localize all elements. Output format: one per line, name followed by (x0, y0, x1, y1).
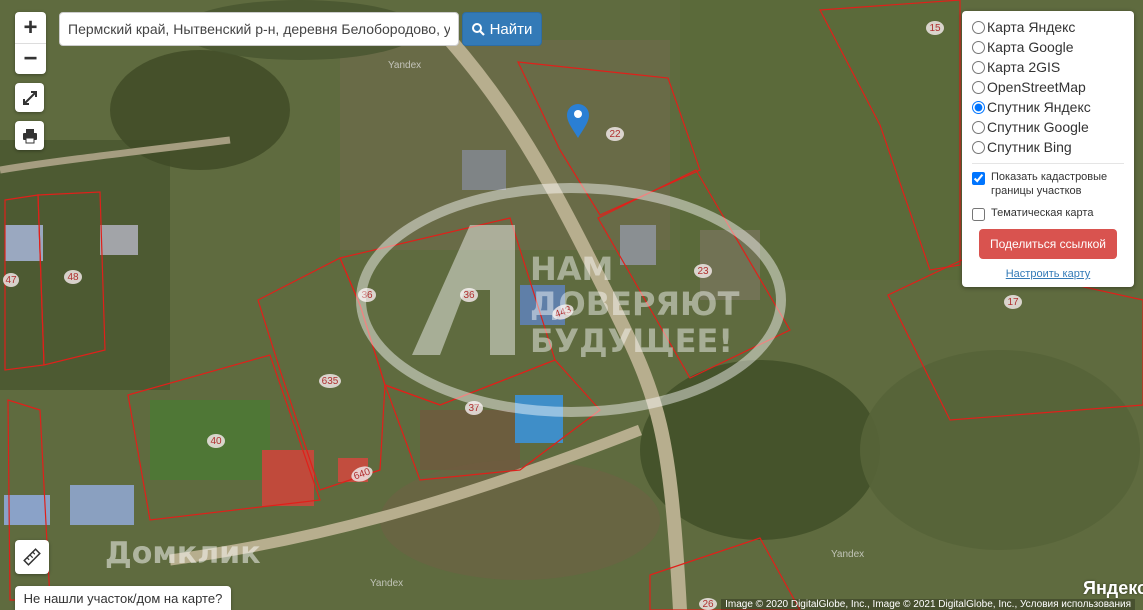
show-cadastral-option[interactable]: Показать кадастровые границы участков (972, 170, 1124, 198)
layer-option-label: Спутник Яндекс (987, 99, 1091, 115)
layer-option[interactable]: Карта Яндекс (972, 17, 1124, 37)
layer-radio[interactable] (972, 20, 985, 34)
plot-label-23: 23 (697, 266, 709, 277)
layer-option-label: Карта 2GIS (987, 59, 1061, 75)
yandex-caption: Yandex (370, 578, 403, 589)
layer-option[interactable]: Карта Google (972, 37, 1124, 57)
plot-label-47: 47 (5, 275, 17, 286)
layer-option-label: OpenStreetMap (987, 79, 1086, 95)
thematic-option[interactable]: Тематическая карта (972, 206, 1124, 221)
search-icon (471, 22, 485, 36)
plot-label-40: 40 (210, 436, 222, 447)
layer-radio[interactable] (972, 60, 985, 74)
yandex-caption: Yandex (831, 549, 864, 560)
printer-icon (22, 128, 37, 143)
panel-divider (972, 163, 1124, 164)
address-search-input[interactable] (59, 12, 459, 46)
layer-panel: Карта Яндекс Карта Google Карта 2GIS OpenSt… (962, 11, 1134, 287)
zoom-in-button[interactable]: + (15, 13, 46, 43)
configure-map-link[interactable]: Настроить карту (972, 268, 1124, 280)
domclick-logo-text: Домклик (105, 536, 261, 571)
layer-radio[interactable] (972, 80, 985, 94)
yandex-logo: Яндекс (1083, 578, 1143, 598)
fullscreen-button[interactable] (15, 83, 44, 112)
plot-label-15: 15 (929, 23, 941, 34)
layer-radio[interactable] (972, 140, 985, 154)
layer-option[interactable]: Спутник Google (972, 117, 1124, 137)
print-button[interactable] (15, 121, 44, 150)
plot-label-36b: 36 (463, 290, 475, 301)
show-cadastral-checkbox[interactable] (972, 172, 985, 185)
plot-label-22: 22 (609, 129, 621, 140)
copyright-text[interactable]: Image © 2020 DigitalGlobe, Inc., Image ©… (721, 599, 1135, 610)
fullscreen-icon (22, 90, 37, 105)
not-found-button[interactable]: Не нашли участок/дом на карте? (15, 586, 231, 610)
thematic-map-checkbox[interactable] (972, 208, 985, 221)
find-button-label: Найти (489, 20, 533, 38)
watermark-line1: НАМ (530, 250, 613, 288)
layer-options: Карта Яндекс Карта Google Карта 2GIS OpenSt… (972, 17, 1124, 157)
layer-option[interactable]: Спутник Яндекс (972, 97, 1124, 117)
layer-option[interactable]: OpenStreetMap (972, 77, 1124, 97)
zoom-out-button[interactable]: − (15, 44, 46, 74)
layer-option-label: Карта Яндекс (987, 19, 1076, 35)
layer-option-label: Спутник Bing (987, 139, 1072, 155)
find-button[interactable]: Найти (462, 12, 542, 46)
share-link-button[interactable]: Поделиться ссылкой (979, 229, 1117, 259)
layer-radio[interactable] (972, 40, 985, 54)
ruler-icon (23, 548, 41, 566)
layer-option[interactable]: Спутник Bing (972, 137, 1124, 157)
plot-label-48: 48 (67, 272, 79, 283)
ruler-button[interactable] (15, 540, 49, 574)
plot-label-635: 635 (322, 376, 339, 387)
layer-radio[interactable] (972, 100, 985, 114)
layer-option-label: Спутник Google (987, 119, 1089, 135)
layer-option[interactable]: Карта 2GIS (972, 57, 1124, 77)
show-cadastral-label: Показать кадастровые границы участков (991, 171, 1108, 197)
thematic-map-label: Тематическая карта (991, 207, 1094, 219)
layer-radio[interactable] (972, 120, 985, 134)
plot-label-26: 26 (702, 599, 714, 610)
watermark-line2: ДОВЕРЯЮТ (530, 285, 740, 323)
yandex-caption: Yandex (388, 60, 421, 71)
zoom-control: + − (15, 12, 46, 74)
watermark-line3: БУДУЩЕЕ! (530, 322, 733, 360)
layer-option-label: Карта Google (987, 39, 1074, 55)
plot-label-17: 17 (1007, 297, 1019, 308)
